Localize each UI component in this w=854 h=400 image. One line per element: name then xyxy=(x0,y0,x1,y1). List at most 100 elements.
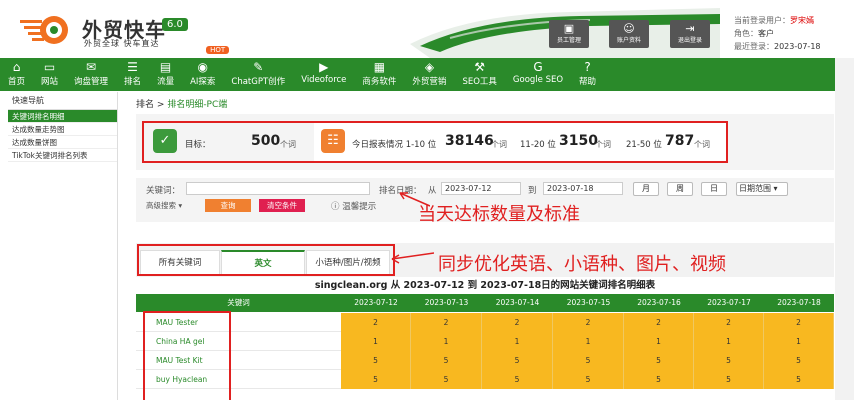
rank-cell: 2 xyxy=(341,313,411,332)
target-label: 目标： xyxy=(185,140,211,150)
report-icon: ☷ xyxy=(321,129,345,153)
date-range-select[interactable]: 日期范围 ▾ xyxy=(736,182,788,196)
rank-cell: 2 xyxy=(764,313,834,332)
rank-cell: 1 xyxy=(694,332,764,351)
annotation-box-keywords xyxy=(143,311,231,400)
nav-traffic[interactable]: ▤ 流量 xyxy=(149,58,182,91)
rank-cell: 5 xyxy=(341,351,411,370)
day-button[interactable]: 日 xyxy=(701,182,727,196)
breadcrumb: 排名 > 排名明细-PC端 xyxy=(136,100,228,110)
nav-inquiry[interactable]: ✉ 询盘管理 xyxy=(66,58,116,91)
keyword-input[interactable] xyxy=(186,182,370,195)
chevron-down-icon: ▾ xyxy=(176,201,183,210)
nav-home[interactable]: ⌂ 首页 xyxy=(0,58,33,91)
sidebar-item-pie-chart[interactable]: 达成数量饼图 xyxy=(8,136,117,149)
th-date: 2023-07-17 xyxy=(707,298,751,307)
tip-link[interactable]: ⓘ 温馨提示 xyxy=(331,200,376,212)
ai-icon: ◉ xyxy=(197,60,208,74)
main-nav: ⌂ 首页 ▭ 网站 ✉ 询盘管理 ☰ 排名 ▤ 流量 HOT ◉ AI探索 ✎ ChatGPT创… xyxy=(0,46,835,91)
chatgpt-icon: ✎ xyxy=(253,60,264,74)
header: 外贸快车 6.0 外贸全球 快车直达 ▣ 员工管理 ☺ 账户资料 ⇥ 退出登录 … xyxy=(0,0,854,58)
today-11-20-value: 3150 xyxy=(559,133,598,149)
today-top10-unit: 个词 xyxy=(491,140,507,149)
from-date-input[interactable]: 2023-07-12 xyxy=(441,182,521,195)
keyword-label: 关键词： xyxy=(146,186,181,196)
logo-icon xyxy=(20,16,68,44)
rank-cell: 1 xyxy=(411,332,482,351)
advanced-search-toggle[interactable]: 高级搜索 ▾ xyxy=(146,200,182,211)
sidebar-item-tiktok[interactable]: TikTok关键词排名列表 xyxy=(8,149,117,162)
video-icon: ▶ xyxy=(319,60,329,74)
sidebar-title: 快速导航 xyxy=(8,92,117,110)
rank-cell: 5 xyxy=(553,351,624,370)
today-label: 今日报表情况 1-10 位 xyxy=(352,140,437,150)
account-icon: ☺ xyxy=(623,22,635,35)
rank-cell: 2 xyxy=(624,313,694,332)
marketing-icon: ◈ xyxy=(424,60,435,74)
nav-software[interactable]: ▦ 商务软件 xyxy=(354,58,404,91)
rank-cell: 5 xyxy=(482,370,553,389)
rank-cell: 5 xyxy=(624,351,694,370)
clear-button[interactable]: 清空条件 xyxy=(259,199,305,212)
staff-icon: ▣ xyxy=(563,22,575,35)
nav-website[interactable]: ▭ 网站 xyxy=(33,58,66,91)
today-11-20-unit: 个词 xyxy=(595,140,611,149)
week-button[interactable]: 周 xyxy=(667,182,693,196)
to-label: 到 xyxy=(528,186,537,196)
rank-cell: 1 xyxy=(553,332,624,351)
annotation-tabs: 同步优化英语、小语种、图片、视频 xyxy=(438,254,726,275)
th-date: 2023-07-15 xyxy=(566,298,611,307)
rank-icon: ☰ xyxy=(127,60,138,74)
traffic-icon: ▤ xyxy=(159,60,172,74)
th-date: 2023-07-12 xyxy=(354,298,398,307)
staff-management-button[interactable]: ▣ 员工管理 xyxy=(549,20,589,48)
th-date: 2023-07-18 xyxy=(777,298,821,307)
nav-chatgpt[interactable]: ✎ ChatGPT创作 xyxy=(223,58,293,91)
nav-google-seo[interactable]: G Google SEO xyxy=(505,58,571,91)
table-title: singclean.org 从 2023-07-12 到 2023-07-18日… xyxy=(314,280,656,291)
account-info-button[interactable]: ☺ 账户资料 xyxy=(609,20,649,48)
th-keyword: 关键词 xyxy=(227,298,250,307)
chevron-down-icon: ▾ xyxy=(771,184,778,193)
th-date: 2023-07-16 xyxy=(637,298,681,307)
sidebar-item-trend-chart[interactable]: 达成数量走势图 xyxy=(8,123,117,136)
rank-cell: 2 xyxy=(553,313,624,332)
monitor-icon: ▭ xyxy=(43,60,56,74)
info-icon: ⓘ xyxy=(331,202,340,212)
rank-cell: 5 xyxy=(694,370,764,389)
table-row: China HA gel 1 1 1 1 1 1 1 xyxy=(136,332,834,351)
rank-cell: 1 xyxy=(764,332,834,351)
table-row: MAU Test Kit 5 5 5 5 5 5 5 xyxy=(136,351,834,370)
nav-marketing[interactable]: ◈ 外贸营销 xyxy=(404,58,454,91)
table-row: MAU Tester 2 2 2 2 2 2 2 xyxy=(136,313,834,332)
mail-icon: ✉ xyxy=(86,60,97,74)
th-date: 2023-07-14 xyxy=(495,298,540,307)
nav-videoforce[interactable]: ▶ Videoforce xyxy=(293,58,354,91)
logout-button[interactable]: ⇥ 退出登录 xyxy=(670,20,710,48)
target-unit: 个词 xyxy=(280,140,296,149)
nav-ranking[interactable]: ☰ 排名 xyxy=(116,58,149,91)
month-button[interactable]: 月 xyxy=(633,182,659,196)
annotation-arrow-icon xyxy=(391,252,434,264)
breadcrumb-root[interactable]: 排名 xyxy=(136,100,154,110)
rank-cell: 2 xyxy=(694,313,764,332)
sidebar-item-keyword-ranking[interactable]: 关键词排名明细 xyxy=(8,110,117,123)
today-top10-value: 38146 xyxy=(445,133,494,149)
brand-slogan: 外贸全球 快车直达 xyxy=(84,39,160,48)
sidebar: 快速导航 关键词排名明细 达成数量走势图 达成数量饼图 TikTok关键词排名列… xyxy=(8,92,118,400)
search-button[interactable]: 查询 xyxy=(205,199,251,212)
software-icon: ▦ xyxy=(373,60,386,74)
nav-ai[interactable]: HOT ◉ AI探索 xyxy=(182,46,230,91)
rank-cell: 5 xyxy=(764,351,834,370)
rank-cell: 5 xyxy=(411,370,482,389)
to-date-input[interactable]: 2023-07-18 xyxy=(543,182,623,195)
rank-cell: 2 xyxy=(411,313,482,332)
rank-cell: 2 xyxy=(482,313,553,332)
rank-cell: 5 xyxy=(411,351,482,370)
annotation-stats: 当天达标数量及标准 xyxy=(418,204,580,225)
nav-seo-tools[interactable]: ⚒ SEO工具 xyxy=(454,58,504,91)
username: 罗宋嫣 xyxy=(790,16,814,25)
table-header: 关键词 2023-07-12 2023-07-13 2023-07-14 202… xyxy=(136,294,834,312)
seo-tool-icon: ⚒ xyxy=(474,60,486,74)
nav-help[interactable]: ? 帮助 xyxy=(571,58,604,91)
